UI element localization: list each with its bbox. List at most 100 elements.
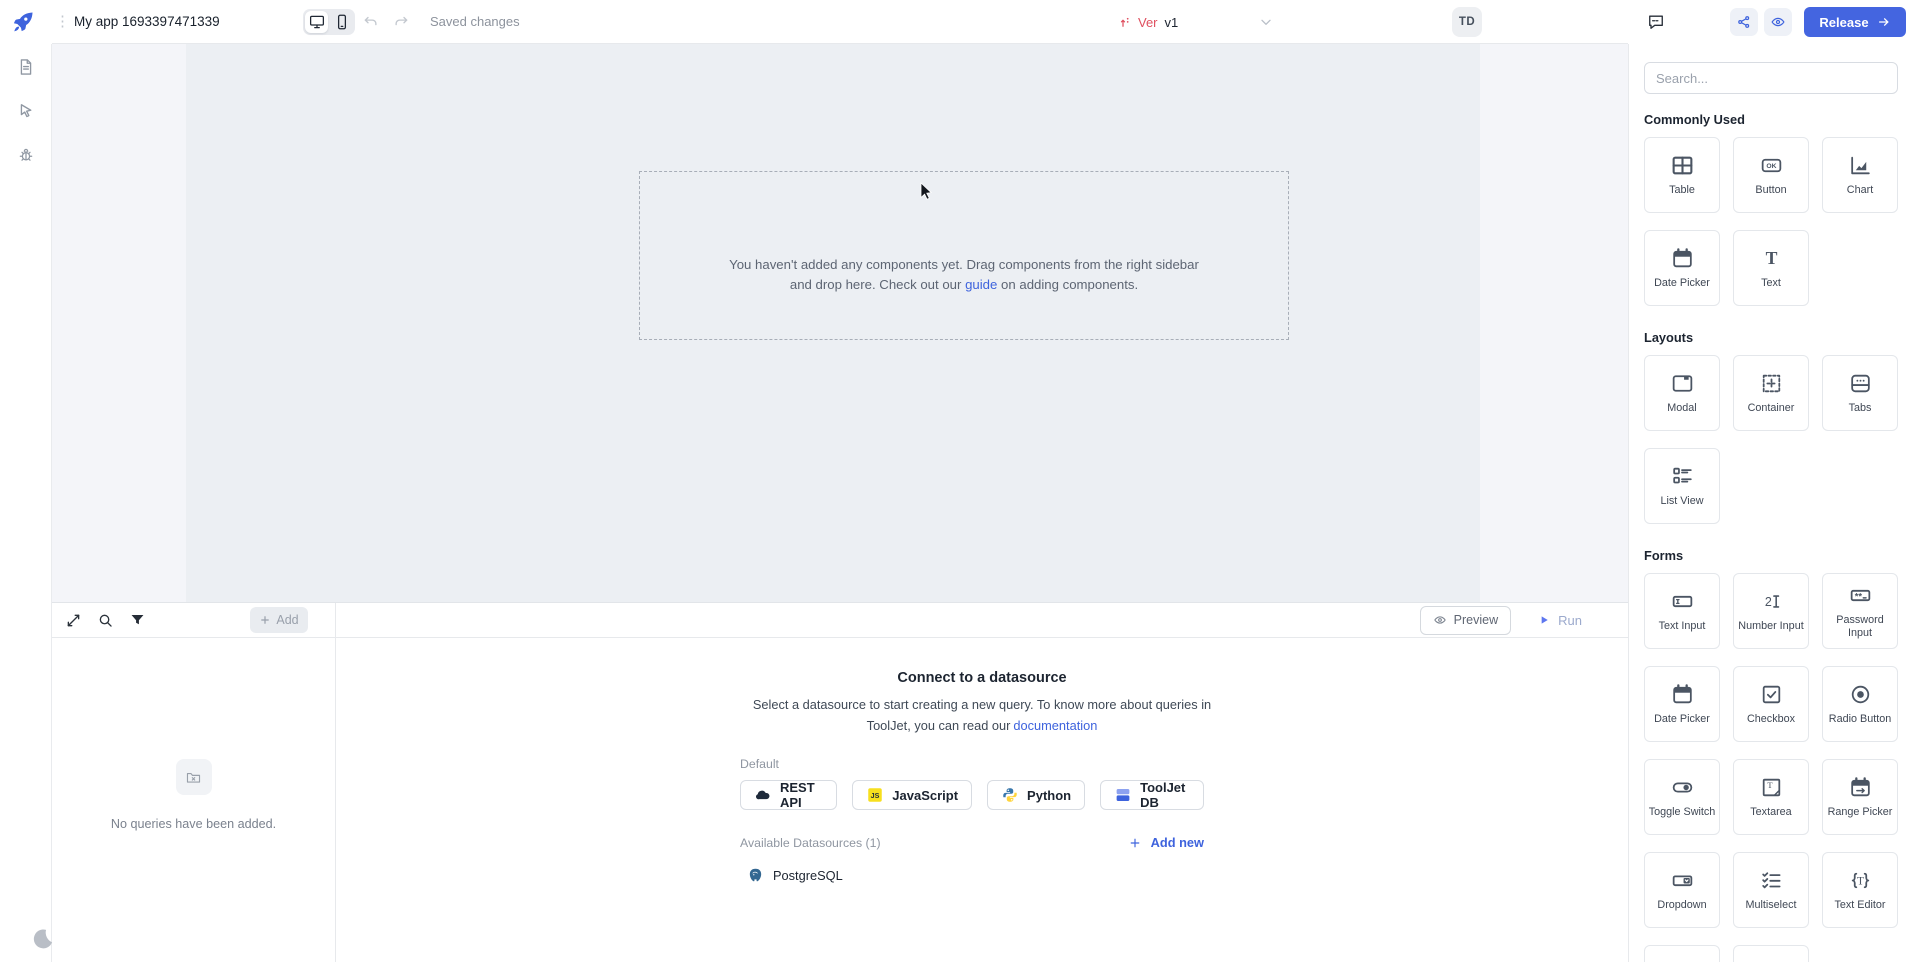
available-datasource-postgresql[interactable]: PostgreSQL	[740, 867, 1204, 884]
filter-queries-icon[interactable]	[128, 611, 147, 630]
widget-card-table[interactable]: Table	[1644, 137, 1720, 213]
tabs-icon	[1848, 371, 1873, 396]
app-title[interactable]: My app 1693397471339	[74, 0, 220, 44]
query-panel: Add Preview Run No queries have been	[52, 602, 1628, 962]
arrow-right-icon	[1877, 15, 1891, 29]
widget-card-toggle-switch[interactable]: Toggle Switch	[1644, 759, 1720, 835]
datasource-subtitle-line2: ToolJet, you can read our	[867, 718, 1011, 733]
modal-icon	[1670, 371, 1695, 396]
tooljet-db-icon	[1114, 786, 1132, 804]
widget-card-text[interactable]: TText	[1733, 230, 1809, 306]
checkbox-icon	[1759, 682, 1784, 707]
datepicker-icon	[1670, 246, 1695, 271]
debugger-icon[interactable]	[16, 145, 36, 165]
version-icon	[1118, 15, 1133, 30]
widget-card-checkbox[interactable]: Checkbox	[1733, 666, 1809, 742]
mobile-layout-button[interactable]	[330, 11, 353, 33]
version-selector[interactable]: Ver v1	[1118, 0, 1178, 44]
textinput-icon	[1670, 589, 1695, 614]
widget-card-modal[interactable]: Modal	[1644, 355, 1720, 431]
chart-icon	[1848, 153, 1873, 178]
moon-icon	[30, 926, 56, 952]
widget-card-chart[interactable]: Chart	[1822, 137, 1898, 213]
widget-card-date-picker[interactable]: Date Picker	[1644, 230, 1720, 306]
radiobutton-icon	[1848, 682, 1873, 707]
documentation-link[interactable]: documentation	[1013, 718, 1097, 733]
chevron-down-icon[interactable]	[1258, 14, 1274, 30]
widget-section-commonly-used: Commonly UsedTableOKButtonChartDate Pick…	[1644, 112, 1898, 306]
rest-api-icon	[754, 786, 772, 804]
mouse-cursor	[920, 182, 934, 200]
release-label: Release	[1819, 15, 1868, 30]
user-avatar[interactable]: TD	[1452, 7, 1482, 37]
numberinput-icon: 2	[1759, 589, 1784, 614]
widget-card-partial[interactable]	[1733, 945, 1809, 962]
app-canvas[interactable]: You haven't added any components yet. Dr…	[186, 44, 1480, 602]
query-toolbar-right: Preview Run	[336, 603, 1628, 637]
datasource-button-tooljet-db[interactable]: ToolJet DB	[1100, 780, 1204, 810]
widget-card-date-picker[interactable]: Date Picker	[1644, 666, 1720, 742]
collapse-panel-icon[interactable]	[64, 611, 83, 630]
pages-icon[interactable]	[16, 57, 36, 77]
passwordinput-icon: **	[1848, 583, 1873, 608]
widget-card-partial[interactable]	[1644, 945, 1720, 962]
add-query-button[interactable]: Add	[250, 607, 308, 633]
query-preview-button[interactable]: Preview	[1420, 606, 1511, 635]
eye-icon	[1433, 613, 1447, 627]
datasource-button-javascript[interactable]: JS JavaScript	[852, 780, 972, 810]
widget-card-text-input[interactable]: Text Input	[1644, 573, 1720, 649]
dark-mode-toggle[interactable]	[30, 926, 56, 952]
widget-label: Table	[1669, 184, 1695, 197]
app-preview-button[interactable]	[1764, 8, 1792, 36]
widget-card-dropdown[interactable]: Dropdown	[1644, 852, 1720, 928]
redo-button[interactable]	[392, 13, 410, 31]
canvas-empty-dropzone[interactable]: You haven't added any components yet. Dr…	[639, 171, 1289, 340]
add-query-label: Add	[276, 613, 298, 627]
widget-label: Text	[1761, 277, 1781, 290]
widget-card-button[interactable]: OKButton	[1733, 137, 1809, 213]
save-status: Saved changes	[430, 0, 520, 44]
components-search-input[interactable]	[1644, 62, 1898, 94]
comments-icon[interactable]	[1646, 12, 1666, 32]
widget-label: Container	[1748, 402, 1795, 415]
guide-link[interactable]: guide	[965, 277, 997, 292]
datasource-button-python[interactable]: Python	[987, 780, 1085, 810]
device-layout-toggle	[303, 9, 355, 35]
query-toolbar-left: Add	[52, 603, 336, 637]
widget-card-container[interactable]: Container	[1733, 355, 1809, 431]
widget-card-range-picker[interactable]: Range Picker	[1822, 759, 1898, 835]
search-queries-icon[interactable]	[96, 611, 115, 630]
app-menu-kebab-icon[interactable]: ⋮	[55, 0, 71, 44]
section-title: Layouts	[1644, 330, 1898, 345]
add-new-datasource-button[interactable]: Add new	[1128, 835, 1204, 850]
datasource-label: JavaScript	[892, 788, 958, 803]
widget-card-textarea[interactable]: TTextarea	[1733, 759, 1809, 835]
widget-label: Number Input	[1738, 620, 1803, 633]
widget-label: Multiselect	[1745, 899, 1796, 912]
undo-button[interactable]	[362, 13, 380, 31]
widget-card-tabs[interactable]: Tabs	[1822, 355, 1898, 431]
widget-label: Button	[1755, 184, 1786, 197]
version-value: v1	[1165, 15, 1179, 30]
add-new-label: Add new	[1151, 835, 1204, 850]
datasource-subtitle-line1: Select a datasource to start creating a …	[753, 697, 1211, 712]
datasource-button-rest-api[interactable]: REST API	[740, 780, 837, 810]
widget-card-radio-button[interactable]: Radio Button	[1822, 666, 1898, 742]
empty-line2-before: and drop here. Check out our	[790, 277, 965, 292]
widget-card-text-editor[interactable]: TText Editor	[1822, 852, 1898, 928]
desktop-layout-button[interactable]	[305, 11, 328, 33]
query-run-button[interactable]: Run	[1537, 613, 1582, 628]
javascript-icon: JS	[866, 786, 884, 804]
widget-label: Password Input	[1825, 614, 1895, 640]
widget-card-password-input[interactable]: ** Password Input	[1822, 573, 1898, 649]
widget-card-multiselect[interactable]: Multiselect	[1733, 852, 1809, 928]
components-sections: Commonly UsedTableOKButtonChartDate Pick…	[1644, 112, 1898, 962]
plus-icon	[259, 614, 271, 626]
release-button[interactable]: Release	[1804, 7, 1906, 37]
textarea-icon: T	[1759, 775, 1784, 800]
tooljet-logo-icon[interactable]	[10, 9, 36, 35]
widget-card-list-view[interactable]: List View	[1644, 448, 1720, 524]
widget-card-number-input[interactable]: 2 Number Input	[1733, 573, 1809, 649]
inspector-icon[interactable]	[16, 101, 36, 121]
share-button[interactable]	[1730, 8, 1758, 36]
